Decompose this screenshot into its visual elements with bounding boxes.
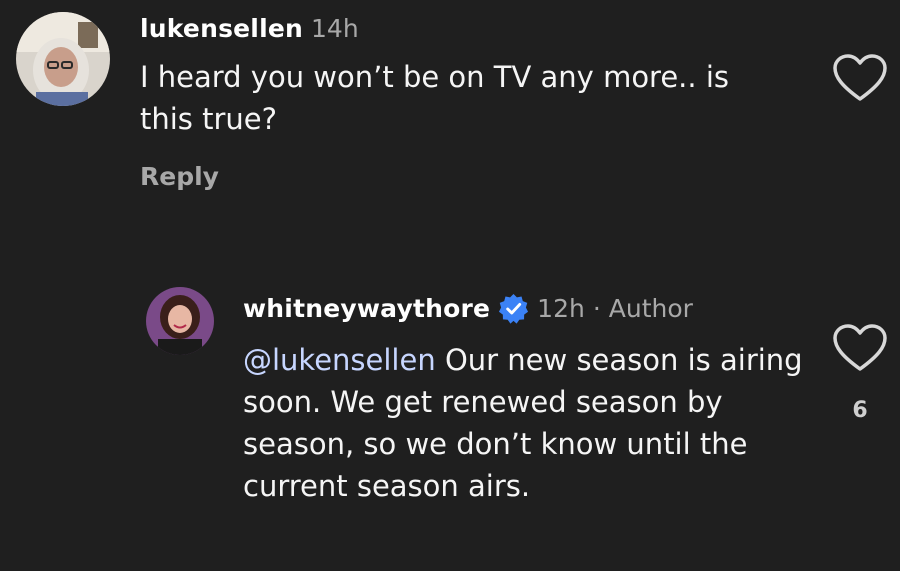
comment-text: I heard you won’t be on TV any more.. is… [140,60,730,136]
comment-header: lukensellen 14h [140,8,359,48]
separator-dot: · [592,293,601,323]
avatar[interactable] [146,287,214,355]
avatar[interactable] [16,12,110,106]
timestamp: 14h [311,13,359,43]
timestamp: 12h [537,293,585,323]
mention-link[interactable]: @lukensellen [243,343,436,377]
comment-text: @lukensellen Our new season is airing so… [243,339,803,507]
comment-header: whitneywaythore 12h · Author [243,286,693,330]
reply-button[interactable]: Reply [140,162,219,191]
like-count[interactable]: 6 [832,398,888,423]
username[interactable]: lukensellen [140,14,303,43]
heart-icon[interactable] [832,323,888,373]
username[interactable]: whitneywaythore [243,294,490,323]
author-label: Author [608,293,693,323]
user-avatar-photo-icon [146,287,214,355]
user-avatar-photo-icon [16,12,110,106]
verified-badge-icon [499,293,529,324]
heart-icon[interactable] [832,53,888,103]
